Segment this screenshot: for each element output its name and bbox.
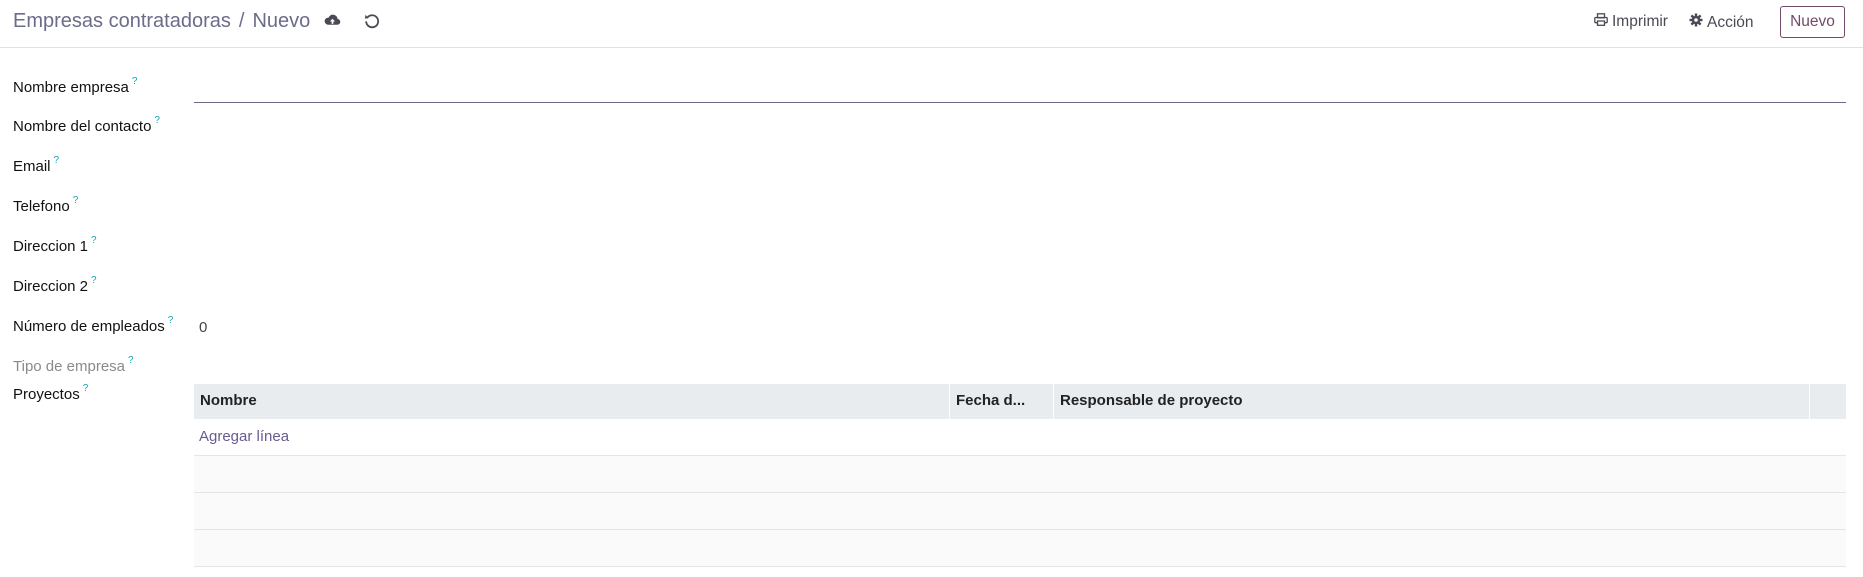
label-text: Número de empleados bbox=[13, 318, 165, 335]
label-text: Email bbox=[13, 158, 51, 175]
help-tooltip-icon[interactable]: ? bbox=[168, 315, 174, 326]
breadcrumb-current: Nuevo bbox=[252, 10, 311, 32]
label-text: Direccion 2 bbox=[13, 278, 89, 295]
telefono-input[interactable] bbox=[194, 193, 1846, 219]
table-row bbox=[194, 493, 1846, 530]
table-row bbox=[194, 530, 1846, 567]
table-header: Nombre Fecha d... Responsable de proyect… bbox=[194, 384, 1846, 419]
column-header-fecha[interactable]: Fecha d... bbox=[950, 384, 1054, 419]
help-tooltip-icon[interactable]: ? bbox=[154, 115, 160, 126]
label-email: Email? bbox=[13, 155, 60, 175]
nombre-contacto-input[interactable] bbox=[194, 113, 1846, 139]
help-tooltip-icon[interactable]: ? bbox=[54, 155, 60, 166]
new-record-button[interactable]: Nuevo bbox=[1780, 6, 1845, 38]
label-proyectos: Proyectos? bbox=[13, 383, 89, 403]
help-tooltip-icon[interactable]: ? bbox=[128, 355, 134, 366]
nombre-empresa-input[interactable] bbox=[194, 77, 1846, 103]
help-tooltip-icon[interactable]: ? bbox=[83, 383, 89, 394]
undo-icon bbox=[364, 13, 380, 34]
gear-icon bbox=[1689, 13, 1703, 32]
column-header-responsable[interactable]: Responsable de proyecto bbox=[1054, 384, 1810, 419]
projects-table: Nombre Fecha d... Responsable de proyect… bbox=[194, 384, 1846, 567]
label-numero-empleados: Número de empleados? bbox=[13, 315, 174, 335]
add-line-row: Agregar línea bbox=[194, 419, 1846, 456]
label-text: Tipo de empresa bbox=[13, 358, 126, 375]
label-nombre-contacto: Nombre del contacto? bbox=[13, 115, 160, 135]
help-tooltip-icon[interactable]: ? bbox=[91, 235, 97, 246]
save-button[interactable] bbox=[320, 11, 344, 35]
label-text: Proyectos bbox=[13, 386, 80, 403]
breadcrumb: Empresas contratadoras / Nuevo bbox=[13, 10, 310, 33]
table-row bbox=[194, 456, 1846, 493]
breadcrumb-parent-link[interactable]: Empresas contratadoras bbox=[13, 10, 231, 32]
help-tooltip-icon[interactable]: ? bbox=[132, 76, 138, 87]
label-text: Direccion 1 bbox=[13, 238, 89, 255]
add-line-link[interactable]: Agregar línea bbox=[194, 419, 294, 454]
help-tooltip-icon[interactable]: ? bbox=[73, 195, 79, 206]
control-panel: Empresas contratadoras / Nuevo Imprimir bbox=[0, 0, 1863, 48]
numero-empleados-input[interactable]: 0 bbox=[199, 319, 207, 336]
direccion-1-input[interactable] bbox=[194, 233, 1846, 259]
label-direccion-1: Direccion 1? bbox=[13, 235, 97, 255]
print-label: Imprimir bbox=[1612, 13, 1668, 30]
label-telefono: Telefono? bbox=[13, 195, 79, 215]
breadcrumb-separator: / bbox=[238, 10, 245, 32]
action-label: Acción bbox=[1707, 13, 1754, 31]
cloud-upload-icon bbox=[324, 13, 341, 33]
email-input[interactable] bbox=[194, 153, 1846, 179]
print-button[interactable]: Imprimir bbox=[1594, 13, 1668, 31]
label-direccion-2: Direccion 2? bbox=[13, 275, 97, 295]
printer-icon bbox=[1594, 13, 1608, 31]
label-text: Nombre del contacto bbox=[13, 118, 152, 135]
label-nombre-empresa: Nombre empresa? bbox=[13, 76, 138, 96]
discard-button[interactable] bbox=[360, 11, 384, 35]
label-tipo-empresa: Tipo de empresa? bbox=[13, 355, 134, 375]
help-tooltip-icon[interactable]: ? bbox=[91, 275, 97, 286]
action-menu-button[interactable]: Acción bbox=[1689, 13, 1754, 32]
label-text: Nombre empresa bbox=[13, 79, 129, 96]
direccion-2-input[interactable] bbox=[194, 273, 1846, 299]
label-text: Telefono bbox=[13, 198, 70, 215]
column-header-options bbox=[1810, 384, 1846, 419]
column-header-nombre[interactable]: Nombre bbox=[194, 384, 950, 419]
